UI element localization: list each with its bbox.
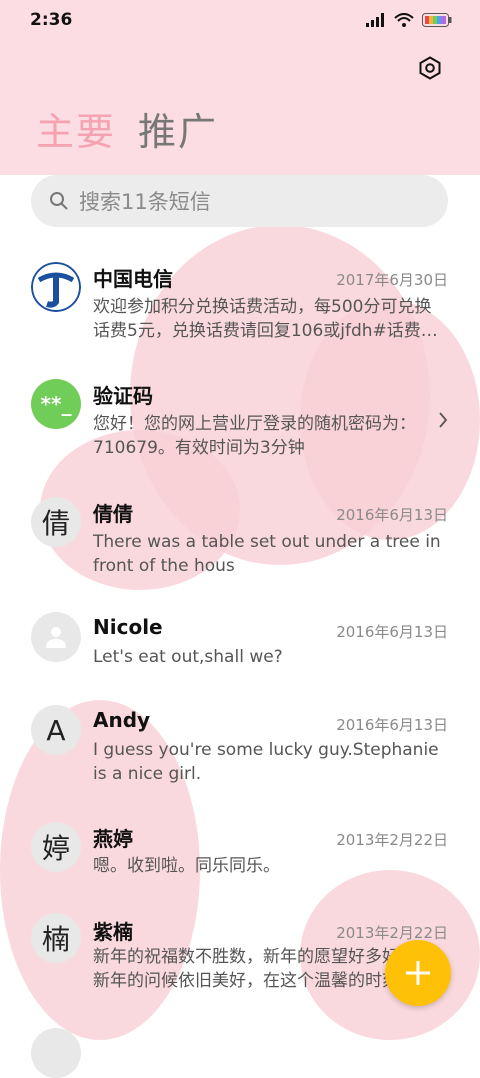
person-icon: [46, 627, 66, 648]
contact-name: 验证码: [93, 384, 153, 408]
avatar: [31, 262, 81, 312]
avatar: 婷: [31, 822, 81, 872]
wifi-icon: [394, 13, 414, 27]
message-date: 2013年2月22日: [336, 831, 448, 849]
message-date: 2017年6月30日: [336, 271, 448, 289]
message-preview: 欢迎参加积分兑换话费活动，每500分可兑换话费5元，兑换话费请回复106或jfd…: [93, 297, 438, 341]
search-placeholder: 搜索11条短信: [79, 190, 211, 214]
message-date: 2016年6月13日: [336, 623, 448, 641]
message-date: 2016年6月13日: [336, 506, 448, 524]
settings-icon[interactable]: [418, 56, 442, 80]
telecom-logo-icon: [31, 262, 81, 312]
message-preview: Let's eat out,shall we?: [93, 647, 283, 667]
avatar: **_: [31, 379, 81, 429]
chevron-right-icon: [439, 412, 448, 428]
contact-name: 倩倩: [93, 502, 133, 526]
avatar: [31, 612, 81, 662]
clock: 2:36: [30, 10, 73, 30]
avatar: A: [31, 705, 81, 755]
avatar: 楠: [31, 913, 81, 963]
contact-name: 紫楠: [93, 920, 133, 944]
contact-name: Nicole: [93, 615, 163, 639]
avatar: 倩: [31, 497, 81, 547]
search-bar[interactable]: 搜索11条短信: [31, 175, 448, 227]
contact-name: Andy: [93, 708, 151, 732]
message-preview: 您好！您的网上营业厅登录的随机密码为：710679。有效时间为3分钟: [93, 414, 416, 458]
tab-bar: 主要 推广: [36, 108, 218, 156]
message-preview: 嗯。收到啦。同乐同乐。: [93, 856, 280, 876]
tab-primary[interactable]: 主要: [36, 108, 116, 156]
tab-promotions[interactable]: 推广: [138, 108, 218, 156]
message-preview: There was a table set out under a tree i…: [93, 532, 441, 576]
plus-icon: [406, 961, 430, 985]
search-icon: [50, 192, 68, 210]
new-message-button[interactable]: [385, 940, 451, 1006]
message-date: 2013年2月22日: [336, 924, 448, 942]
status-bar: 2:36: [0, 0, 480, 40]
avatar: [31, 1028, 81, 1078]
contact-name: 燕婷: [93, 827, 133, 851]
contact-name: 中国电信: [93, 267, 173, 291]
message-preview: I guess you're some lucky guy.Stephanie …: [93, 740, 439, 784]
message-date: 2016年6月13日: [336, 716, 448, 734]
signal-icon: [366, 13, 384, 27]
battery-icon: [422, 13, 452, 27]
